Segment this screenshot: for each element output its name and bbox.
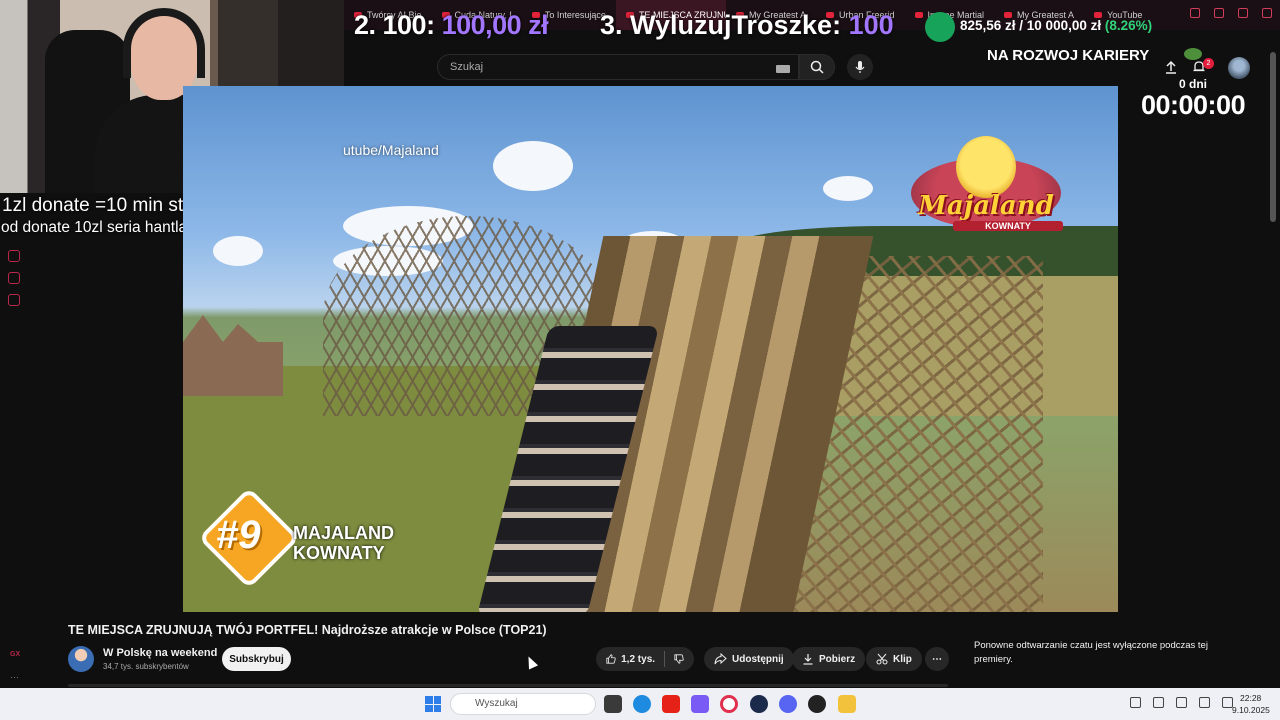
goal-2-value: 100,00 zł xyxy=(441,10,549,40)
video-player[interactable]: utube/Majaland Majaland KOWNATY #9 MAJAL… xyxy=(183,86,1118,612)
sidebar-settings-icon[interactable] xyxy=(8,294,20,306)
thumbs-down-icon[interactable] xyxy=(674,653,684,665)
microphone-icon[interactable] xyxy=(1176,697,1187,708)
window-controls xyxy=(1190,8,1272,18)
like-count[interactable]: 1,2 tys. xyxy=(621,654,655,665)
goal-3-label: 3. WyluzujTroszke: xyxy=(600,10,842,40)
download-button[interactable]: Pobierz xyxy=(792,647,866,671)
download-label: Pobierz xyxy=(819,653,856,665)
maximize-icon[interactable] xyxy=(1238,8,1248,18)
clock-date[interactable]: 9.10.2025 xyxy=(1232,705,1270,715)
days-counter: 0 dni xyxy=(1179,77,1208,91)
goal-2-label: 2. 100: xyxy=(354,10,435,40)
screen: 1zl donate =10 min streama od donate 10z… xyxy=(0,0,1280,720)
subscribe-button[interactable]: Subskrybuj xyxy=(222,647,291,671)
majaland-logo: Majaland KOWNATY xyxy=(901,136,1076,246)
notification-badge: 2 xyxy=(1203,58,1214,69)
clip-button[interactable]: Klip xyxy=(866,647,922,671)
stream-timer: 00:00:00 xyxy=(1141,90,1246,120)
goal-2: 2. 100: 100,00 zł xyxy=(354,10,549,41)
description-box-edge xyxy=(68,684,948,687)
search-tabs-icon[interactable] xyxy=(1190,8,1200,18)
thumbs-up-icon[interactable] xyxy=(606,653,616,665)
sidebar-player-icon[interactable] xyxy=(8,250,20,262)
more-actions-button[interactable]: ⋯ xyxy=(925,647,949,671)
microphone-icon xyxy=(855,61,865,73)
career-goal-title: NA ROZWOJ KARIERY xyxy=(987,47,1150,64)
donation-goal-percent: (8.26%) xyxy=(1104,18,1153,33)
display-icon[interactable] xyxy=(1199,697,1210,708)
channel-name[interactable]: W Polskę na weekend xyxy=(103,647,217,659)
donation-progress-ring xyxy=(925,12,955,42)
taskbar-search-input[interactable]: Wyszukaj xyxy=(450,693,596,715)
youtube-favicon-icon xyxy=(914,12,923,18)
channel-avatar[interactable] xyxy=(68,646,94,672)
chat-replay-note: Ponowne odtwarzanie czatu jest wyłączone… xyxy=(974,640,1208,665)
scissors-icon xyxy=(876,653,888,665)
frog-emote-icon xyxy=(1184,48,1202,60)
file-explorer-icon[interactable] xyxy=(838,695,856,713)
download-icon xyxy=(803,654,813,665)
bee-mascot-icon xyxy=(956,136,1016,198)
obs-icon[interactable] xyxy=(808,695,826,713)
video-title: TE MIEJSCA ZRUJNUJĄ TWÓJ PORTFEL! Najdro… xyxy=(68,623,547,637)
sidebar-home-icon[interactable] xyxy=(8,272,20,284)
rank-name-line-1: MAJALAND xyxy=(293,523,394,543)
subscriber-count: 34,7 tys. subskrybentów xyxy=(103,662,189,671)
goal-3: 3. WyluzujTroszke: 100 xyxy=(600,10,894,41)
snipping-tool-icon[interactable] xyxy=(691,695,709,713)
donation-goal: 825,56 zł / 10 000,00 zł (8.26%) xyxy=(960,18,1152,33)
logo-title: Majaland xyxy=(918,191,1054,221)
system-tray xyxy=(1130,697,1233,708)
share-icon xyxy=(714,653,727,665)
voice-search-button[interactable] xyxy=(847,54,873,80)
keyboard-icon[interactable] xyxy=(776,65,790,73)
page-scrollbar[interactable] xyxy=(1270,52,1276,222)
share-label: Udostępnij xyxy=(732,653,784,665)
search-icon xyxy=(810,60,824,74)
chevron-up-icon[interactable] xyxy=(1130,697,1141,708)
windows-taskbar: Wyszukaj 22:28 9.10.2025 xyxy=(0,688,1280,720)
donation-goal-amount: 825,56 zł / 10 000,00 zł xyxy=(960,18,1102,33)
account-avatar[interactable] xyxy=(1228,57,1250,79)
goal-3-value: 100 xyxy=(848,10,894,40)
windows-start-icon[interactable] xyxy=(425,696,441,712)
sidebar-more-icon[interactable]: ⋯ xyxy=(10,672,19,683)
task-view-icon[interactable] xyxy=(604,695,622,713)
clock-time[interactable]: 22:28 xyxy=(1240,693,1261,703)
cloud xyxy=(823,176,873,201)
rank-name-line-2: KOWNATY xyxy=(293,543,385,563)
close-icon[interactable] xyxy=(1262,8,1272,18)
opera-gx-taskbar-icon[interactable] xyxy=(720,695,738,713)
search-button[interactable] xyxy=(799,54,835,80)
steam-icon[interactable] xyxy=(750,695,768,713)
discord-icon[interactable] xyxy=(779,695,797,713)
onedrive-icon[interactable] xyxy=(1153,697,1164,708)
logo-subtitle: KOWNATY xyxy=(953,221,1063,231)
mouse-cursor-icon xyxy=(523,654,539,670)
tab-label: To Interesujące xyxy=(544,10,606,20)
upload-icon[interactable] xyxy=(1164,60,1178,74)
like-dislike-group: 1,2 tys. xyxy=(596,647,694,671)
opera-gx-icon[interactable]: GX xyxy=(10,651,20,658)
video-watermark: utube/Majaland xyxy=(343,142,439,158)
youtube-app-icon[interactable] xyxy=(662,695,680,713)
minimize-icon[interactable] xyxy=(1214,8,1224,18)
rank-number: #9 xyxy=(216,513,261,557)
cloud xyxy=(493,141,573,191)
search-input[interactable]: Szukaj xyxy=(437,54,799,80)
village-buildings xyxy=(183,315,283,396)
divider xyxy=(664,651,665,667)
cloud xyxy=(213,236,263,266)
opera-sidebar xyxy=(8,250,26,306)
clip-label: Klip xyxy=(893,653,912,665)
edge-icon[interactable] xyxy=(633,695,651,713)
share-button[interactable]: Udostępnij xyxy=(704,647,794,671)
